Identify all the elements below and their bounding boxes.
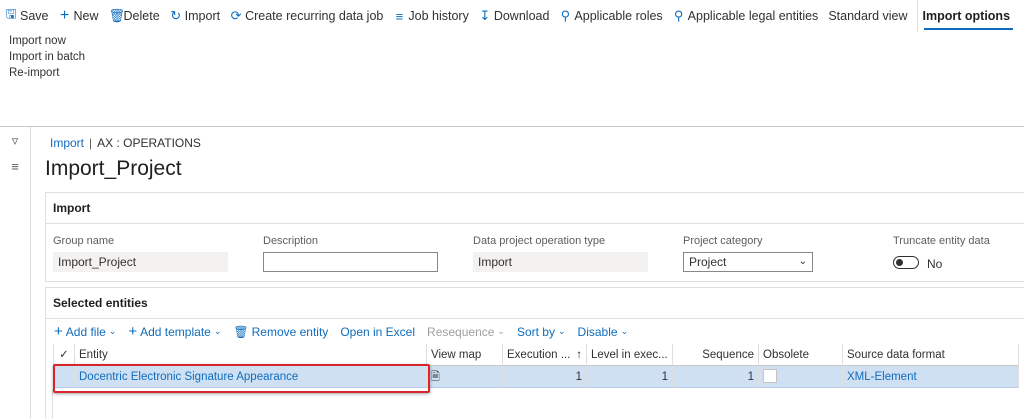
column-header-execution[interactable]: Execution ... ↑ (503, 344, 587, 366)
import-fasttab-header[interactable]: Import (46, 193, 1024, 223)
resequence-button[interactable]: Resequence ⌄ (427, 325, 505, 339)
group-name-label: Group name (53, 235, 115, 247)
toggle-knob (896, 258, 903, 266)
project-category-select[interactable]: Project ⌄ (683, 252, 813, 272)
column-header-entity[interactable]: Entity (75, 344, 427, 366)
chevron-down-icon: ⌄ (798, 256, 807, 267)
download-button[interactable]: ↧ Download (474, 0, 555, 32)
sequence-cell[interactable]: 1 (673, 366, 759, 388)
chevron-down-icon: ⌄ (108, 326, 117, 336)
project-category-label: Project category (683, 235, 763, 247)
page-title: Import_Project (45, 157, 182, 180)
plus-icon: + (59, 7, 70, 24)
action-pane-divider (0, 126, 1024, 127)
entities-toolbar: + Add file ⌄ + Add template ⌄ 🗑 Remove entity… (54, 323, 640, 340)
group-name-value: Import_Project (53, 252, 228, 272)
truncate-field: Truncate entity data No (893, 235, 1024, 271)
project-category-value: Project (689, 255, 727, 269)
trash-icon: 🗑 (233, 324, 249, 339)
sort-ascending-icon: ↑ (576, 349, 582, 361)
obsolete-checkbox[interactable] (763, 368, 777, 383)
disable-button[interactable]: Disable ⌄ (578, 325, 629, 339)
group-name-field: Group name Import_Project (53, 235, 228, 272)
plus-icon: + (128, 323, 138, 340)
view-map-cell[interactable]: 🗎 (427, 366, 503, 388)
add-file-button[interactable]: + Add file ⌄ (54, 323, 116, 340)
obsolete-cell (759, 366, 843, 388)
breadcrumb: Import | AX : OPERATIONS (50, 136, 201, 150)
action-pane: 🖫 Save + New 🗑 Delete ↻ Import ⟳ Create recur… (0, 0, 1024, 32)
column-header-level[interactable]: Level in exec... (587, 344, 673, 366)
refresh-dashed-icon: ↻ (170, 8, 182, 23)
truncate-value: No (927, 257, 943, 271)
view-map-icon[interactable]: 🗎 (431, 371, 440, 383)
column-header-obsolete[interactable]: Obsolete (759, 344, 843, 366)
remove-entity-button[interactable]: 🗑 Remove entity (233, 325, 328, 339)
new-button[interactable]: + New (54, 0, 104, 32)
description-input[interactable] (263, 252, 438, 272)
truncate-label: Truncate entity data (893, 235, 990, 247)
add-template-button[interactable]: + Add template ⌄ (128, 323, 221, 340)
operation-type-value: Import (473, 252, 648, 272)
import-button[interactable]: ↻ Import (165, 0, 225, 32)
import-fasttab: Import Group name Import_Project Descrip… (45, 192, 1024, 282)
row-selector[interactable] (53, 366, 75, 388)
recurring-icon: ⟳ (230, 8, 242, 23)
execution-unit-cell[interactable]: 1 (503, 366, 587, 388)
table-row[interactable]: Docentric Electronic Signature Appearanc… (53, 366, 1024, 388)
search-entity-icon: ⚲ (673, 8, 684, 23)
job-history-button[interactable]: ≡ Job history (388, 0, 473, 32)
source-format-link[interactable]: XML-Element (843, 366, 1019, 388)
delete-button[interactable]: 🗑 Delete (104, 0, 165, 32)
open-in-excel-button[interactable]: Open in Excel (340, 325, 415, 339)
description-label: Description (263, 235, 319, 247)
chevron-down-icon: ⌄ (620, 326, 629, 336)
operation-type-field: Data project operation type Import (473, 235, 648, 272)
chevron-down-icon: ⌄ (557, 326, 566, 336)
description-field: Description (263, 235, 438, 272)
applicable-legal-entities-button[interactable]: ⚲ Applicable legal entities (668, 0, 824, 32)
operation-type-label: Data project operation type (473, 235, 606, 247)
list-icon: ≡ (395, 8, 404, 24)
truncate-toggle[interactable]: No (893, 253, 1024, 271)
left-rail: ▿ ≡ (0, 127, 31, 419)
import-now-button[interactable]: Import now (9, 33, 85, 49)
entities-grid: ✓ Entity View map Execution ... ↑ Level i… (53, 344, 1024, 388)
select-all-checkmark-icon[interactable]: ✓ (53, 344, 75, 366)
re-import-button[interactable]: Re-import (9, 65, 85, 81)
chevron-down-icon: ⌄ (213, 326, 222, 336)
breadcrumb-current: AX : OPERATIONS (97, 136, 201, 150)
breadcrumb-import-link[interactable]: Import (50, 136, 84, 150)
grid-header-row: ✓ Entity View map Execution ... ↑ Level i… (53, 344, 1024, 366)
tab-import-options[interactable]: Import options (916, 0, 1016, 32)
entity-link[interactable]: Docentric Electronic Signature Appearanc… (75, 366, 427, 388)
column-header-sequence[interactable]: Sequence (673, 344, 759, 366)
breadcrumb-separator: | (89, 136, 93, 150)
menu-lines-icon[interactable]: ≡ (7, 159, 23, 175)
chevron-down-icon: ⌄ (497, 326, 505, 336)
project-category-field: Project category Project ⌄ (683, 235, 813, 272)
create-recurring-job-button[interactable]: ⟳ Create recurring data job (225, 0, 388, 32)
column-header-view-map[interactable]: View map (427, 344, 503, 366)
filter-icon[interactable]: ▿ (7, 133, 23, 149)
sort-by-button[interactable]: Sort by ⌄ (517, 325, 566, 339)
level-cell[interactable]: 1 (587, 366, 673, 388)
import-options-menu: Import now Import in batch Re-import (9, 33, 85, 81)
selected-entities-header[interactable]: Selected entities (46, 288, 1024, 318)
download-icon: ↧ (479, 8, 491, 23)
standard-view-button[interactable]: Standard view (823, 0, 912, 32)
toggle-track (893, 255, 919, 269)
save-button[interactable]: 🖫 Save (0, 0, 54, 32)
trash-icon: 🗑 (108, 8, 126, 23)
applicable-roles-button[interactable]: ⚲ Applicable roles (554, 0, 667, 32)
save-icon: 🖫 (5, 6, 17, 21)
column-header-source-format[interactable]: Source data format (843, 344, 1019, 366)
import-fields: Group name Import_Project Description Da… (46, 231, 1024, 283)
grid-empty-area (52, 389, 1024, 419)
import-in-batch-button[interactable]: Import in batch (9, 49, 85, 65)
search-person-icon: ⚲ (560, 8, 571, 23)
plus-icon: + (54, 323, 63, 340)
